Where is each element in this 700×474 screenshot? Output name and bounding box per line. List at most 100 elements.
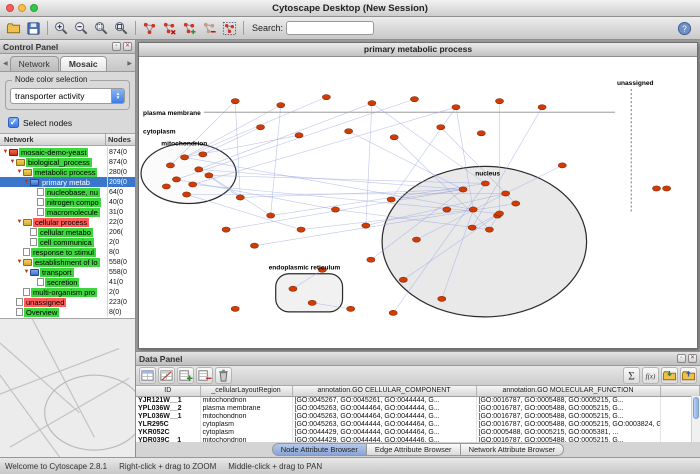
create-network-icon[interactable] <box>140 19 159 38</box>
table-row[interactable]: YPL036W__1mitochondrion[GO:0045263, GO:0… <box>136 413 700 421</box>
node-color-dropdown[interactable]: transporter activity <box>10 88 125 104</box>
network-node[interactable] <box>362 223 370 228</box>
network-from-selection-icon[interactable] <box>220 19 239 38</box>
destroy-view-icon[interactable] <box>200 19 219 38</box>
network-node[interactable] <box>495 211 503 216</box>
network-node[interactable] <box>162 184 170 189</box>
network-node[interactable] <box>231 99 239 104</box>
expand-arrow-icon[interactable]: ▼ <box>16 257 23 267</box>
network-node[interactable] <box>468 225 476 230</box>
network-node[interactable] <box>267 213 275 218</box>
tree-header[interactable]: Network Nodes <box>0 133 135 146</box>
column-header[interactable]: annotation.GO MOLECULAR_FUNCTION <box>476 386 660 396</box>
network-node[interactable] <box>205 173 213 178</box>
close-panel-icon[interactable] <box>123 42 132 51</box>
network-node[interactable] <box>387 197 395 202</box>
tree-item-mosaic-demo-yeast[interactable]: ▼mosaic-demo-yeast874(0 <box>0 147 135 157</box>
network-view-window[interactable]: primary metabolic process plasma membran… <box>138 42 698 349</box>
float-data-panel-icon[interactable] <box>677 354 686 363</box>
expand-arrow-icon[interactable]: ▼ <box>16 167 23 177</box>
tree-item-nucleobase-nu[interactable]: nucleobase, nu64(0 <box>0 187 135 197</box>
expand-arrow-icon[interactable]: ▼ <box>23 177 30 187</box>
network-node[interactable] <box>331 207 339 212</box>
column-header[interactable]: annotation.GO CELLULAR_COMPONENT <box>292 386 476 396</box>
table-scrollbar-thumb[interactable] <box>693 397 699 419</box>
table-row[interactable]: YKR052Ccytoplasm[GO:0044429, GO:0044444,… <box>136 429 700 437</box>
network-node[interactable] <box>189 182 197 187</box>
network-node[interactable] <box>502 191 510 196</box>
tree-header-nodes[interactable]: Nodes <box>105 134 135 145</box>
help-icon[interactable]: ? <box>675 19 694 38</box>
expand-arrow-icon[interactable]: ▼ <box>23 267 30 277</box>
network-node[interactable] <box>512 201 520 206</box>
sum-icon[interactable]: Σ <box>623 367 640 384</box>
network-node[interactable] <box>481 181 489 186</box>
import-table-icon[interactable] <box>661 367 678 384</box>
tree-item-secretion[interactable]: secretion41(0 <box>0 277 135 287</box>
network-node[interactable] <box>412 237 420 242</box>
network-node[interactable] <box>277 103 285 108</box>
network-node[interactable] <box>443 207 451 212</box>
network-node[interactable] <box>308 300 316 305</box>
select-attributes-icon[interactable] <box>139 367 156 384</box>
mosaic-overview-preview[interactable] <box>0 318 135 457</box>
tree-item-response-to-stimul[interactable]: response to stimul8(0 <box>0 247 135 257</box>
tree-item-biological-process[interactable]: ▼biological_process874(0 <box>0 157 135 167</box>
zoom-out-icon[interactable] <box>72 19 91 38</box>
table-row[interactable]: YLR295Ccytoplasm[GO:0045263, GO:0044444,… <box>136 421 700 429</box>
network-node[interactable] <box>485 227 493 232</box>
network-node[interactable] <box>236 195 244 200</box>
open-session-icon[interactable] <box>4 19 23 38</box>
network-node[interactable] <box>390 135 398 140</box>
network-node[interactable] <box>250 243 258 248</box>
tree-item-cellular-metabo[interactable]: cellular metabo206( <box>0 227 135 237</box>
zoom-selected-icon[interactable] <box>92 19 111 38</box>
network-node[interactable] <box>295 133 303 138</box>
zoom-in-icon[interactable] <box>52 19 71 38</box>
tree-header-network[interactable]: Network <box>0 134 105 145</box>
network-node[interactable] <box>231 306 239 311</box>
table-row[interactable]: YDR039C__1mitochondrion[GO:0044429, GO:0… <box>136 437 700 443</box>
network-node[interactable] <box>652 186 660 191</box>
network-node[interactable] <box>172 177 180 182</box>
network-canvas[interactable]: plasma membranecytoplasmmitochondrionnuc… <box>139 57 697 348</box>
network-node[interactable] <box>438 296 446 301</box>
tree-item-transport[interactable]: ▼transport558(0 <box>0 267 135 277</box>
window-titlebar[interactable]: Cytoscape Desktop (New Session) <box>0 0 700 17</box>
expand-arrow-icon[interactable]: ▼ <box>16 217 23 227</box>
create-view-icon[interactable] <box>180 19 199 38</box>
tree-item-metabolic-process[interactable]: ▼metabolic process280(0 <box>0 167 135 177</box>
expand-arrow-icon[interactable]: ▼ <box>2 147 9 157</box>
network-node[interactable] <box>256 125 264 130</box>
network-node[interactable] <box>367 257 375 262</box>
tree-item-establishment-of-lo[interactable]: ▼establishment of lo558(0 <box>0 257 135 267</box>
minimize-window-icon[interactable] <box>18 4 26 12</box>
search-input[interactable] <box>286 21 374 35</box>
network-node[interactable] <box>222 227 230 232</box>
tab-scroll-right-icon[interactable] <box>126 60 133 71</box>
network-node[interactable] <box>166 163 174 168</box>
network-node[interactable] <box>477 131 485 136</box>
clear-attribute-icon[interactable] <box>215 367 232 384</box>
tree-item-cell-communica[interactable]: cell communica2(0 <box>0 237 135 247</box>
network-view-title[interactable]: primary metabolic process <box>139 43 697 57</box>
export-table-icon[interactable] <box>680 367 697 384</box>
network-node[interactable] <box>437 125 445 130</box>
tree-item-primary-metab[interactable]: ▼primary metab209(0 <box>0 177 135 187</box>
network-node[interactable] <box>410 97 418 102</box>
network-node[interactable] <box>195 167 203 172</box>
network-node[interactable] <box>663 186 671 191</box>
network-node[interactable] <box>297 227 305 232</box>
network-node[interactable] <box>459 187 467 192</box>
column-header[interactable]: ID <box>136 386 200 396</box>
network-node[interactable] <box>322 95 330 100</box>
delete-attribute-icon[interactable] <box>196 367 213 384</box>
tab-network[interactable]: Network <box>10 56 59 71</box>
tree-item-multi-organism-pro[interactable]: multi-organism pro2(0 <box>0 287 135 297</box>
tree-item-nitrogen-compo[interactable]: nitrogen compo40(0 <box>0 197 135 207</box>
create-attribute-icon[interactable] <box>177 367 194 384</box>
tree-item-cellular-process[interactable]: ▼cellular process22(0 <box>0 217 135 227</box>
tree-item-unassigned[interactable]: unassigned223(0 <box>0 297 135 307</box>
network-node[interactable] <box>181 155 189 160</box>
table-row[interactable]: YJR121W__1mitochondrion[GO:0045267, GO:0… <box>136 396 700 405</box>
